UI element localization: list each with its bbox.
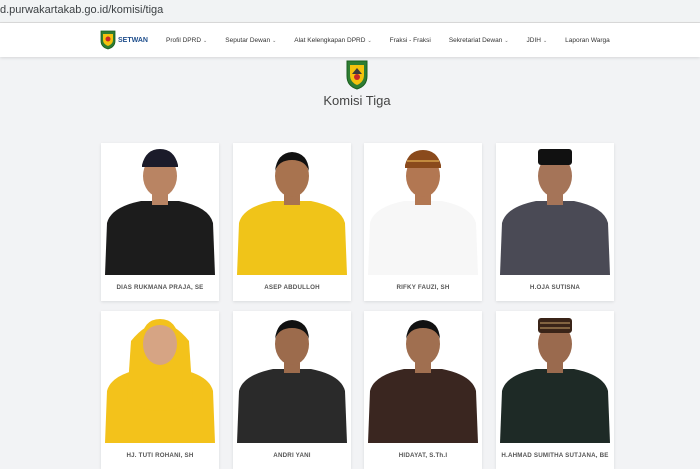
member-photo xyxy=(496,143,614,275)
member-name[interactable]: H.OJA SUTISNA xyxy=(496,275,614,301)
member-photo xyxy=(364,143,482,275)
nav-item-label: Alat Kelengkapan DPRD xyxy=(294,36,366,44)
member-photo xyxy=(233,311,351,443)
member-name[interactable]: HJ. TUTI ROHANI, SH xyxy=(101,443,219,469)
nav-item-label: Laporan Warga xyxy=(565,36,610,44)
member-photo xyxy=(364,311,482,443)
nav-item-label: Fraksi - Fraksi xyxy=(389,36,431,44)
nav-item-5[interactable]: JDIH ⌄ xyxy=(527,37,548,44)
chevron-down-icon: ⌄ xyxy=(367,37,372,44)
member-photo xyxy=(101,143,219,275)
member-name[interactable]: ANDRI YANI xyxy=(233,443,351,469)
member-portrait xyxy=(101,143,219,275)
nav-item-label: Seputar Dewan xyxy=(225,36,271,44)
nav-item-4[interactable]: Sekretariat Dewan ⌄ xyxy=(449,37,509,44)
member-portrait xyxy=(233,311,351,443)
site-logo-text: SETWAN xyxy=(118,36,148,44)
member-card[interactable]: ASEP ABDULLOH xyxy=(233,143,351,301)
member-card[interactable]: H.AHMAD SUMITHA SUTJANA, BE xyxy=(496,311,614,469)
member-portrait xyxy=(496,311,614,443)
page-title: Komisi Tiga xyxy=(323,93,391,108)
member-card[interactable]: DIAS RUKMANA PRAJA, SE xyxy=(101,143,219,301)
nav-item-6[interactable]: Laporan Warga xyxy=(565,37,610,44)
site-logo[interactable]: SETWAN xyxy=(100,29,148,51)
member-card[interactable]: HJ. TUTI ROHANI, SH xyxy=(101,311,219,469)
member-card[interactable]: H.OJA SUTISNA xyxy=(496,143,614,301)
browser-address-bar[interactable]: d.purwakartakab.go.id/komisi/tiga xyxy=(0,0,700,23)
member-card[interactable]: RIFKY FAUZI, SH xyxy=(364,143,482,301)
nav-item-0[interactable]: Profil DPRD ⌄ xyxy=(166,37,207,44)
regency-crest-icon xyxy=(100,30,116,50)
member-portrait xyxy=(101,311,219,443)
chevron-down-icon: ⌄ xyxy=(542,37,548,44)
member-name[interactable]: HIDAYAT, S.Th.I xyxy=(364,443,482,469)
nav-item-2[interactable]: Alat Kelengkapan DPRD ⌄ xyxy=(294,37,371,44)
nav-item-label: Profil DPRD xyxy=(166,36,202,44)
member-portrait xyxy=(233,143,351,275)
member-name[interactable]: ASEP ABDULLOH xyxy=(233,275,351,301)
site-navbar: SETWAN Profil DPRD ⌄ Seputar Dewan ⌄ Alat Ke… xyxy=(0,23,700,57)
chevron-down-icon: ⌄ xyxy=(272,37,277,44)
member-name[interactable]: H.AHMAD SUMITHA SUTJANA, BE xyxy=(496,443,614,469)
member-card[interactable]: ANDRI YANI xyxy=(233,311,351,469)
url-text[interactable]: d.purwakartakab.go.id/komisi/tiga xyxy=(0,4,163,16)
nav-item-label: JDIH xyxy=(526,36,541,44)
member-portrait xyxy=(496,143,614,275)
member-portrait xyxy=(364,143,482,275)
regency-crest-icon xyxy=(346,60,368,90)
nav-item-label: Sekretariat Dewan xyxy=(448,36,503,44)
member-name[interactable]: RIFKY FAUZI, SH xyxy=(364,275,482,301)
member-photo xyxy=(496,311,614,443)
nav-item-3[interactable]: Fraksi - Fraksi xyxy=(390,37,431,44)
chevron-down-icon: ⌄ xyxy=(203,37,208,44)
member-name[interactable]: DIAS RUKMANA PRAJA, SE xyxy=(101,275,219,301)
member-photo xyxy=(101,311,219,443)
member-portrait xyxy=(364,311,482,443)
nav-item-1[interactable]: Seputar Dewan ⌄ xyxy=(225,37,276,44)
main-menu: Profil DPRD ⌄ Seputar Dewan ⌄ Alat Kelengkap… xyxy=(166,23,628,57)
member-photo xyxy=(233,143,351,275)
member-card[interactable]: HIDAYAT, S.Th.I xyxy=(364,311,482,469)
chevron-down-icon: ⌄ xyxy=(504,37,509,44)
